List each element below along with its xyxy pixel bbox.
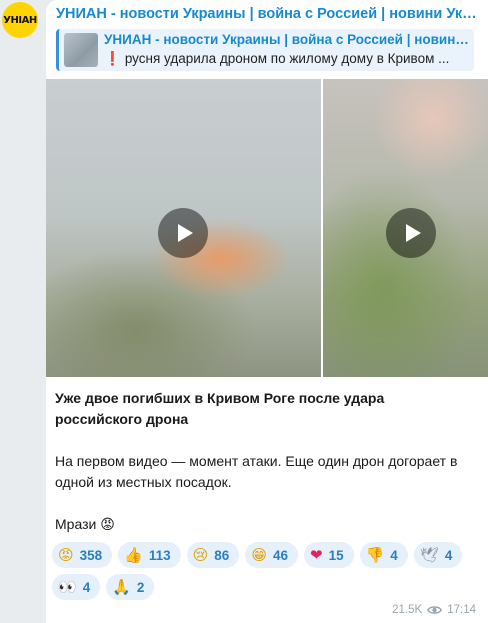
reaction-count: 358 bbox=[79, 547, 103, 563]
reactions-bar: 😡 358 👍 113 😢 86 😁 46 ❤ 15 👎 4 🕊 4 👀 4 🙏 2 bbox=[52, 542, 482, 600]
reaction-thumbs-down[interactable]: 👎 4 bbox=[359, 542, 408, 568]
post-headline: Уже двое погибших в Кривом Роге после уд… bbox=[55, 390, 385, 427]
reaction-folded-hands[interactable]: 🙏 2 bbox=[106, 574, 155, 600]
thumbs-up-emoji-icon: 👍 bbox=[124, 546, 143, 564]
view-count: 21.5K bbox=[392, 604, 423, 616]
reaction-thumbs-up[interactable]: 👍 113 bbox=[118, 542, 181, 568]
avatar-logo-text: УНІАН bbox=[3, 14, 37, 26]
folded-hands-emoji-icon: 🙏 bbox=[112, 578, 131, 596]
video-thumbnail-2[interactable] bbox=[323, 79, 488, 377]
reaction-grinning[interactable]: 😁 46 bbox=[245, 542, 298, 568]
reply-channel-name: УНИАН - новости Украины | война с Россие… bbox=[104, 32, 472, 47]
reaction-eyes[interactable]: 👀 4 bbox=[52, 574, 101, 600]
reply-preview[interactable]: УНИАН - новости Украины | война с Россие… bbox=[56, 29, 474, 71]
message-bubble: УНИАН - новости Украины | война с Россие… bbox=[46, 0, 488, 623]
reaction-count: 4 bbox=[82, 579, 91, 595]
reaction-count: 15 bbox=[328, 547, 344, 563]
message-meta: 21.5K 17:14 bbox=[392, 604, 476, 616]
reply-snippet: ❗ русня ударила дроном по жилому дому в К… bbox=[104, 51, 472, 67]
crying-face-emoji-icon: 😢 bbox=[192, 546, 209, 564]
eyes-emoji-icon: 👀 bbox=[58, 578, 77, 596]
reply-thumbnail bbox=[64, 33, 98, 67]
reply-snippet-text: русня ударила дроном по жилому дому в Кр… bbox=[124, 51, 450, 66]
eye-icon bbox=[427, 606, 443, 614]
post-body: На первом видео — момент атаки. Еще один… bbox=[55, 453, 458, 490]
reaction-count: 113 bbox=[148, 547, 171, 563]
reaction-dove[interactable]: 🕊 4 bbox=[413, 542, 463, 568]
reaction-count: 2 bbox=[136, 579, 145, 595]
grinning-face-emoji-icon: 😁 bbox=[251, 546, 267, 564]
thumbs-down-emoji-icon: 👎 bbox=[365, 546, 385, 564]
reaction-count: 4 bbox=[390, 547, 398, 563]
reaction-angry[interactable]: 😡 358 bbox=[52, 542, 113, 568]
angry-face-emoji-icon: 😡 bbox=[58, 546, 74, 564]
message-time: 17:14 bbox=[447, 604, 476, 616]
reaction-count: 4 bbox=[444, 547, 453, 563]
post-signoff: Мрази 😡 bbox=[55, 516, 115, 532]
dove-emoji-icon: 🕊 bbox=[419, 546, 439, 564]
red-heart-emoji-icon: ❤ bbox=[309, 546, 323, 564]
reaction-count: 86 bbox=[214, 547, 230, 563]
video-thumbnail-1[interactable] bbox=[46, 79, 321, 377]
channel-avatar[interactable]: УНІАН bbox=[2, 2, 38, 38]
play-button-icon[interactable] bbox=[386, 208, 436, 258]
reaction-count: 46 bbox=[272, 547, 288, 563]
channel-name[interactable]: УНИАН - новости Украины | война с Россие… bbox=[56, 6, 482, 22]
reaction-heart[interactable]: ❤ 15 bbox=[303, 542, 354, 568]
exclamation-icon: ❗ bbox=[104, 51, 121, 66]
reaction-crying[interactable]: 😢 86 bbox=[186, 542, 240, 568]
play-button-icon[interactable] bbox=[158, 208, 208, 258]
